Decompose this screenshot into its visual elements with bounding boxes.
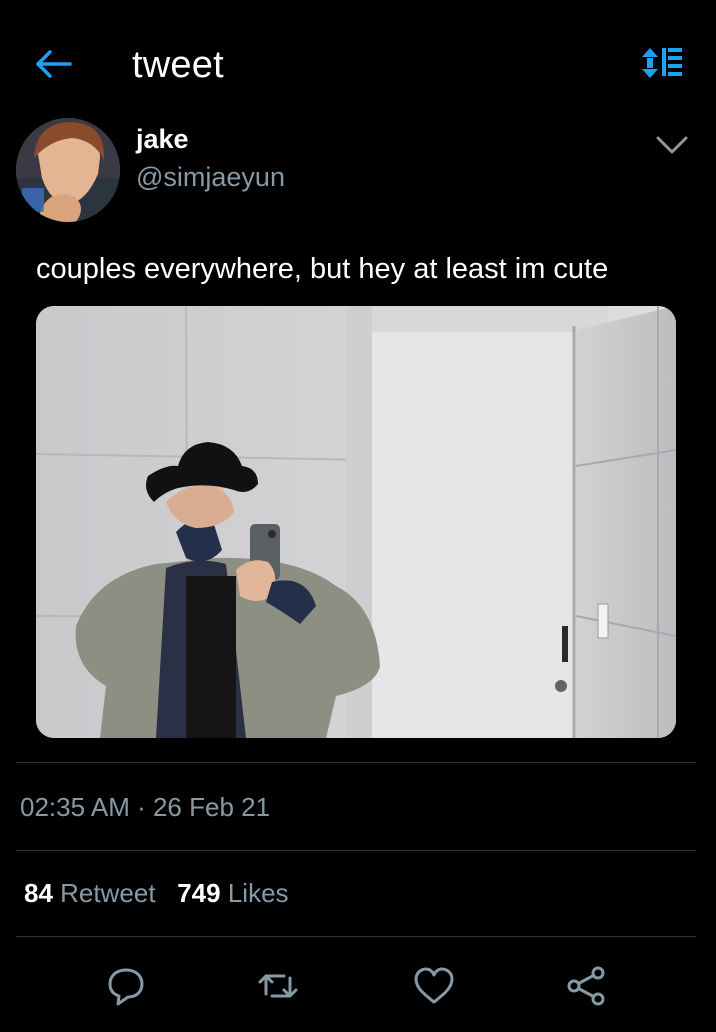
tweet-timestamp: 02:35 AM · 26 Feb 21 bbox=[20, 792, 271, 822]
avatar[interactable] bbox=[16, 118, 120, 222]
divider bbox=[16, 850, 696, 851]
retweet-label[interactable]: Retweet bbox=[60, 878, 155, 908]
tweet-text: couples everywhere, but hey at least im … bbox=[36, 253, 609, 285]
retweet-icon bbox=[258, 974, 298, 998]
mirror-selfie-image bbox=[36, 306, 676, 738]
tweet-detail-screen: tweet jake @simjaeyun couples everywhere… bbox=[0, 0, 716, 1032]
divider bbox=[16, 762, 696, 763]
like-icon bbox=[414, 967, 454, 1004]
share-button[interactable] bbox=[564, 964, 608, 1008]
tweet-stats: 84 Retweet 749 Likes bbox=[24, 878, 289, 909]
sort-icon bbox=[642, 48, 682, 78]
like-label[interactable]: Likes bbox=[228, 878, 289, 908]
chevron-down-icon bbox=[656, 136, 688, 154]
share-icon bbox=[567, 966, 605, 1006]
more-options-button[interactable] bbox=[652, 132, 692, 158]
avatar-image bbox=[16, 118, 120, 222]
reply-icon bbox=[108, 968, 144, 1006]
author-handle[interactable]: @simjaeyun bbox=[136, 162, 285, 193]
arrow-left-icon bbox=[36, 50, 72, 78]
sort-button[interactable] bbox=[640, 44, 686, 84]
tweet-photo[interactable] bbox=[36, 306, 676, 738]
like-count[interactable]: 749 bbox=[177, 878, 220, 908]
like-button[interactable] bbox=[412, 964, 456, 1008]
author-name[interactable]: jake bbox=[136, 124, 189, 155]
retweet-count[interactable]: 84 bbox=[24, 878, 53, 908]
top-bar: tweet bbox=[0, 0, 716, 130]
back-button[interactable] bbox=[30, 44, 76, 84]
page-title: tweet bbox=[132, 44, 224, 86]
reply-button[interactable] bbox=[104, 964, 148, 1008]
divider bbox=[16, 936, 696, 937]
retweet-button[interactable] bbox=[256, 964, 300, 1008]
